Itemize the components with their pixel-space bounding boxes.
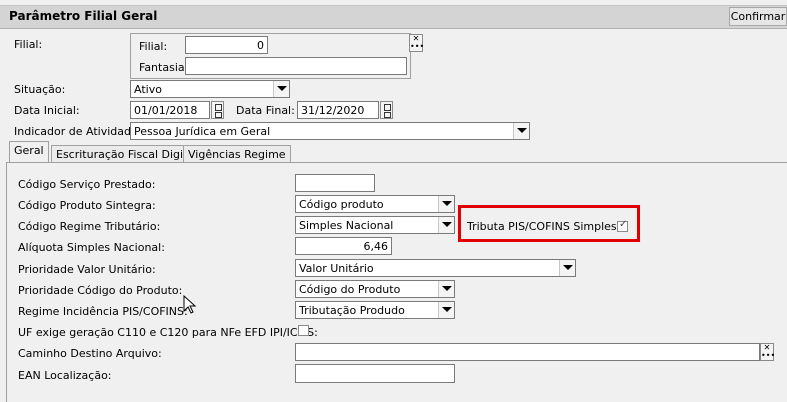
chevron-down-icon[interactable] bbox=[438, 217, 454, 233]
regime-value: Simples Nacional bbox=[299, 219, 394, 232]
situacao-select[interactable]: Ativo bbox=[130, 80, 290, 98]
calendar-icon[interactable] bbox=[380, 101, 393, 119]
regime-pis-label: Regime Incidência PIS/COFINS: bbox=[18, 305, 188, 318]
ean-input[interactable] bbox=[295, 364, 455, 383]
prioridade-valor-value: Valor Unitário bbox=[299, 262, 374, 275]
prioridade-valor-label: Prioridade Valor Unitário: bbox=[18, 263, 156, 276]
situacao-label: Situação: bbox=[14, 83, 66, 96]
chevron-down-icon[interactable] bbox=[438, 302, 454, 318]
filial-lookup-button[interactable]: ✕ ••• bbox=[409, 34, 424, 52]
filial-label: Filial: bbox=[14, 38, 43, 51]
aliquota-label: Alíquota Simples Nacional: bbox=[18, 241, 165, 254]
codigo-servico-label: Código Serviço Prestado: bbox=[18, 178, 156, 191]
regime-pis-select[interactable]: Tributação Produdo bbox=[295, 301, 455, 319]
chevron-down-icon[interactable] bbox=[273, 81, 289, 97]
data-inicial-input[interactable]: 01/01/2018 bbox=[130, 101, 210, 119]
mouse-cursor-icon bbox=[183, 295, 197, 314]
uf-label: UF exige geração C110 e C120 para NFe EF… bbox=[18, 326, 318, 339]
tributa-checkbox[interactable] bbox=[617, 219, 628, 232]
aliquota-input[interactable]: 6,46 bbox=[295, 237, 392, 255]
regime-label: Código Regime Tributário: bbox=[18, 220, 161, 233]
codigo-sintegra-value: Código produto bbox=[299, 198, 384, 211]
filial-code-input[interactable]: 0 bbox=[185, 36, 268, 54]
situacao-value: Ativo bbox=[134, 83, 162, 96]
prioridade-valor-select[interactable]: Valor Unitário bbox=[295, 259, 576, 277]
regime-select[interactable]: Simples Nacional bbox=[295, 216, 455, 234]
codigo-sintegra-label: Código Produto Sintegra: bbox=[18, 199, 156, 212]
fantasia-label: Fantasia: bbox=[139, 61, 189, 74]
chevron-down-icon[interactable] bbox=[559, 260, 575, 276]
calendar-icon[interactable] bbox=[211, 101, 224, 119]
regime-pis-value: Tributação Produdo bbox=[299, 304, 405, 317]
indicador-label: Indicador de Atividade: bbox=[14, 125, 142, 138]
data-inicial-label: Data Inicial: bbox=[14, 104, 80, 117]
indicador-select[interactable]: Pessoa Jurídica em Geral bbox=[130, 122, 530, 140]
tributa-label: Tributa PIS/COFINS Simples: bbox=[467, 220, 621, 233]
caminho-label: Caminho Destino Arquivo: bbox=[18, 347, 162, 360]
prioridade-codigo-label: Prioridade Código do Produto: bbox=[18, 284, 183, 297]
filial-inner-label: Filial: bbox=[139, 40, 168, 53]
window-title: Parâmetro Filial Geral bbox=[9, 9, 158, 23]
tab-vigencias[interactable]: Vigências Regime bbox=[183, 145, 291, 163]
tab-escrituracao[interactable]: Escrituração Fiscal Digital bbox=[51, 145, 203, 163]
codigo-servico-input[interactable] bbox=[295, 174, 375, 192]
caminho-input[interactable] bbox=[295, 343, 760, 361]
ean-label: EAN Localização: bbox=[18, 369, 112, 382]
confirm-button[interactable]: Confirmar bbox=[729, 7, 787, 26]
fantasia-input[interactable] bbox=[185, 57, 407, 75]
chevron-down-icon[interactable] bbox=[438, 196, 454, 212]
indicador-value: Pessoa Jurídica em Geral bbox=[134, 125, 271, 138]
uf-checkbox[interactable] bbox=[298, 325, 309, 336]
caminho-browse-button[interactable]: ✕ ••• bbox=[760, 343, 775, 361]
chevron-down-icon[interactable] bbox=[513, 123, 529, 139]
chevron-down-icon[interactable] bbox=[438, 281, 454, 297]
prioridade-codigo-value: Código do Produto bbox=[299, 283, 401, 296]
data-final-input[interactable]: 31/12/2020 bbox=[297, 101, 379, 119]
prioridade-codigo-select[interactable]: Código do Produto bbox=[295, 280, 455, 298]
codigo-sintegra-select[interactable]: Código produto bbox=[295, 195, 455, 213]
tab-geral[interactable]: Geral bbox=[9, 141, 49, 162]
data-final-label: Data Final: bbox=[236, 104, 295, 117]
